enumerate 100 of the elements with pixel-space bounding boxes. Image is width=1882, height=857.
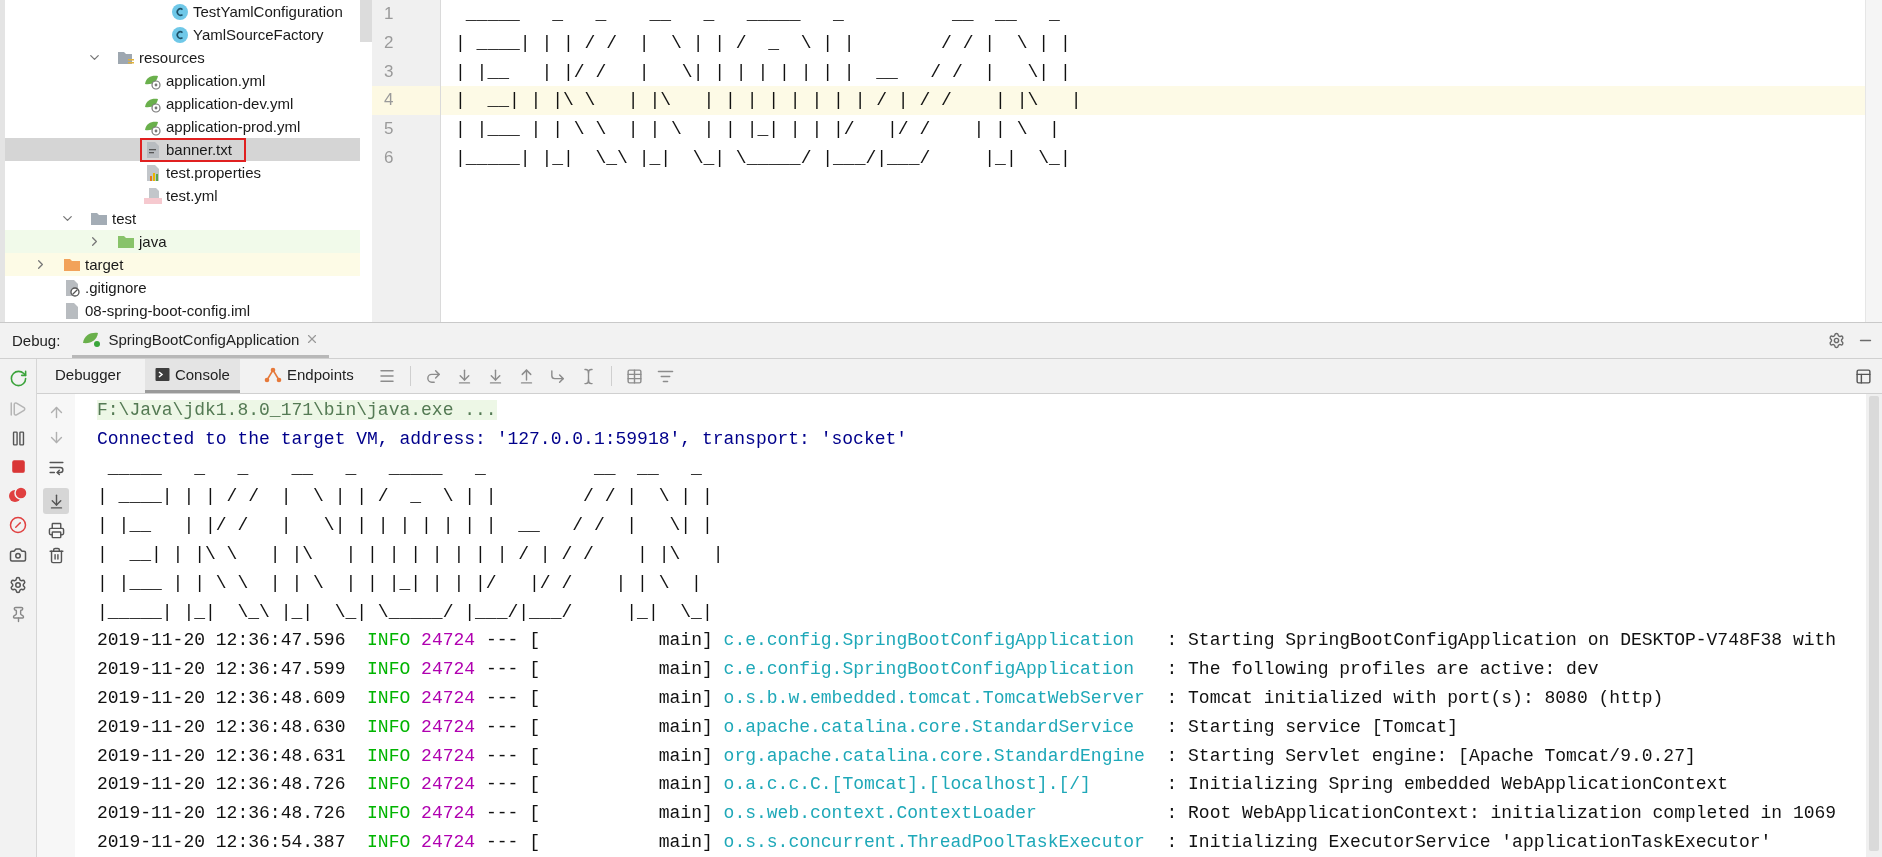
menu-icon[interactable] (377, 367, 396, 385)
log-logger: c.e.config.SpringBootConfigApplication (723, 658, 1135, 682)
print-icon[interactable] (47, 522, 65, 539)
log-message: : Starting SpringBootConfigApplication on DESKTOP-V748F38 with (1166, 629, 1837, 653)
log-timestamp: 2019-11-20 12:36:48.726 (97, 802, 346, 826)
settings-icon[interactable] (1828, 332, 1845, 349)
tree-item[interactable]: java (5, 230, 360, 253)
banner-line: |_____| |_| \_\ |_| \_| \_____/ |___/|___/ |_| \_| (97, 601, 713, 622)
log-separator: --- (485, 629, 519, 653)
class-icon (171, 25, 189, 44)
log-pid: 24724 (421, 715, 476, 739)
log-logger: c.e.config.SpringBootConfigApplication (723, 629, 1135, 653)
log-level: INFO (367, 629, 411, 653)
log-logger: o.s.b.w.embedded.tomcat.TomcatWebServer (723, 686, 1145, 710)
log-timestamp: 2019-11-20 12:36:48.631 (97, 744, 346, 768)
rerun-icon[interactable] (8, 369, 28, 388)
yml-file-icon (144, 186, 162, 205)
file-name: test (112, 210, 137, 227)
tree-item[interactable]: application-prod.yml (5, 115, 360, 138)
tree-item[interactable]: 08-spring-boot-config.iml (5, 299, 360, 322)
console-line: Connected to the target VM, address: '127.0.0.1:59918', transport: 'socket' (97, 428, 908, 449)
tree-item[interactable]: resources (5, 46, 360, 69)
terminal-icon (154, 367, 170, 382)
tree-item[interactable]: test.yml (5, 184, 360, 207)
log-thread: [ main] (529, 715, 713, 739)
tab[interactable]: Endpoints (253, 359, 364, 393)
log-timestamp: 2019-11-20 12:36:48.630 (97, 715, 346, 739)
camera-icon[interactable] (9, 546, 27, 564)
ignored-file-icon (63, 278, 81, 297)
log-separator: --- (485, 744, 519, 768)
log-logger: o.a.c.c.C.[Tomcat].[localhost].[/] (723, 773, 1091, 797)
stop-icon[interactable] (10, 459, 26, 474)
log-message: : Root WebApplicationContext: initialization completed in 1069 (1166, 802, 1837, 826)
file-name: banner.txt (166, 141, 232, 158)
file-name: application-dev.yml (166, 95, 294, 112)
file-icon (63, 301, 81, 320)
file-name: test.yml (166, 187, 218, 204)
step-over-icon[interactable] (424, 367, 442, 385)
file-name: .gitignore (85, 279, 147, 296)
log-logger: org.apache.catalina.core.StandardEngine (723, 744, 1145, 768)
file-name: application.yml (166, 72, 266, 89)
tree-item[interactable]: TestYamlConfiguration (5, 0, 360, 23)
log-separator: --- (485, 715, 519, 739)
banner-line: _____ _ _ __ _ _____ _ __ __ _ (106, 457, 702, 478)
log-pid: 24724 (421, 773, 476, 797)
file-name: resources (139, 49, 205, 66)
log-level: INFO (367, 830, 411, 854)
log-pid: 24724 (421, 658, 476, 682)
log-pid: 24724 (421, 802, 476, 826)
log-pid: 24724 (421, 629, 476, 653)
mute-breakpoints-icon[interactable] (9, 516, 27, 534)
log-level: INFO (367, 686, 411, 710)
file-name: target (85, 256, 124, 273)
tree-item[interactable]: .gitignore (5, 276, 360, 299)
log-level: INFO (367, 744, 411, 768)
tree-item[interactable]: YamlSourceFactory (5, 23, 360, 46)
line-number: 5 (383, 118, 395, 141)
code-line: _____ _ _ __ _ _____ _ __ __ _ (464, 3, 1061, 26)
breakpoints-icon[interactable] (8, 486, 28, 504)
log-level: INFO (367, 802, 411, 826)
log-logger: o.apache.catalina.core.StandardService (723, 715, 1135, 739)
code-line: | |__ | |/ / | \| | | | | | | | __ / / | \| | (454, 60, 1072, 84)
scrollbar-thumb[interactable] (360, 0, 372, 42)
tree-item[interactable]: target (5, 253, 360, 276)
line-number: 1 (383, 3, 395, 25)
settings-icon[interactable] (9, 576, 27, 594)
log-thread: [ main] (529, 686, 713, 710)
tree-item[interactable]: test.properties (5, 161, 360, 184)
tree-item[interactable]: application-dev.yml (5, 92, 360, 115)
layout-icon[interactable] (1855, 367, 1872, 385)
text-file-icon (144, 140, 162, 159)
line-number: 2 (383, 31, 395, 54)
log-message: : Starting Servlet engine: [Apache Tomcat/9.0.27] (1166, 744, 1696, 768)
log-level: INFO (367, 773, 411, 797)
log-separator: --- (485, 686, 519, 710)
tab[interactable]: Console (144, 359, 240, 393)
file-name: test.properties (166, 164, 262, 181)
code-line: |_____| |_| \_\ |_| \_| \_____/ |___/|___/ |_| \_| (454, 147, 1072, 170)
chart-file-icon (144, 163, 162, 182)
log-message: : The following profiles are active: dev (1166, 658, 1599, 682)
tree-item[interactable]: application.yml (5, 69, 360, 92)
code-line: | ____| | | / / | \ | | / _ \ | | / / | \ | | (454, 31, 1072, 55)
panel-title: Debug: (12, 332, 61, 349)
log-thread: [ main] (529, 658, 713, 682)
log-message: : Initializing Spring embedded WebApplicationContext (1166, 773, 1729, 797)
tab[interactable]: Debugger (45, 359, 131, 393)
class-icon (171, 2, 189, 21)
log-timestamp: 2019-11-20 12:36:48.609 (97, 686, 346, 710)
scroll-to-end-button[interactable] (43, 488, 69, 514)
log-separator: --- (485, 658, 519, 682)
trash-icon[interactable] (47, 547, 65, 564)
leaf-icon (82, 330, 103, 348)
tree-item[interactable]: banner.txt (5, 138, 360, 161)
line-number: 6 (383, 147, 395, 169)
log-pid: 24724 (421, 686, 476, 710)
line-number: 3 (383, 60, 395, 83)
tree-item[interactable]: test (5, 207, 360, 230)
file-name: java (139, 233, 167, 250)
log-timestamp: 2019-11-20 12:36:48.726 (97, 773, 346, 797)
banner-line: | ____| | | / / | \ | | / _ \ | | / / | \ | | (97, 486, 713, 507)
